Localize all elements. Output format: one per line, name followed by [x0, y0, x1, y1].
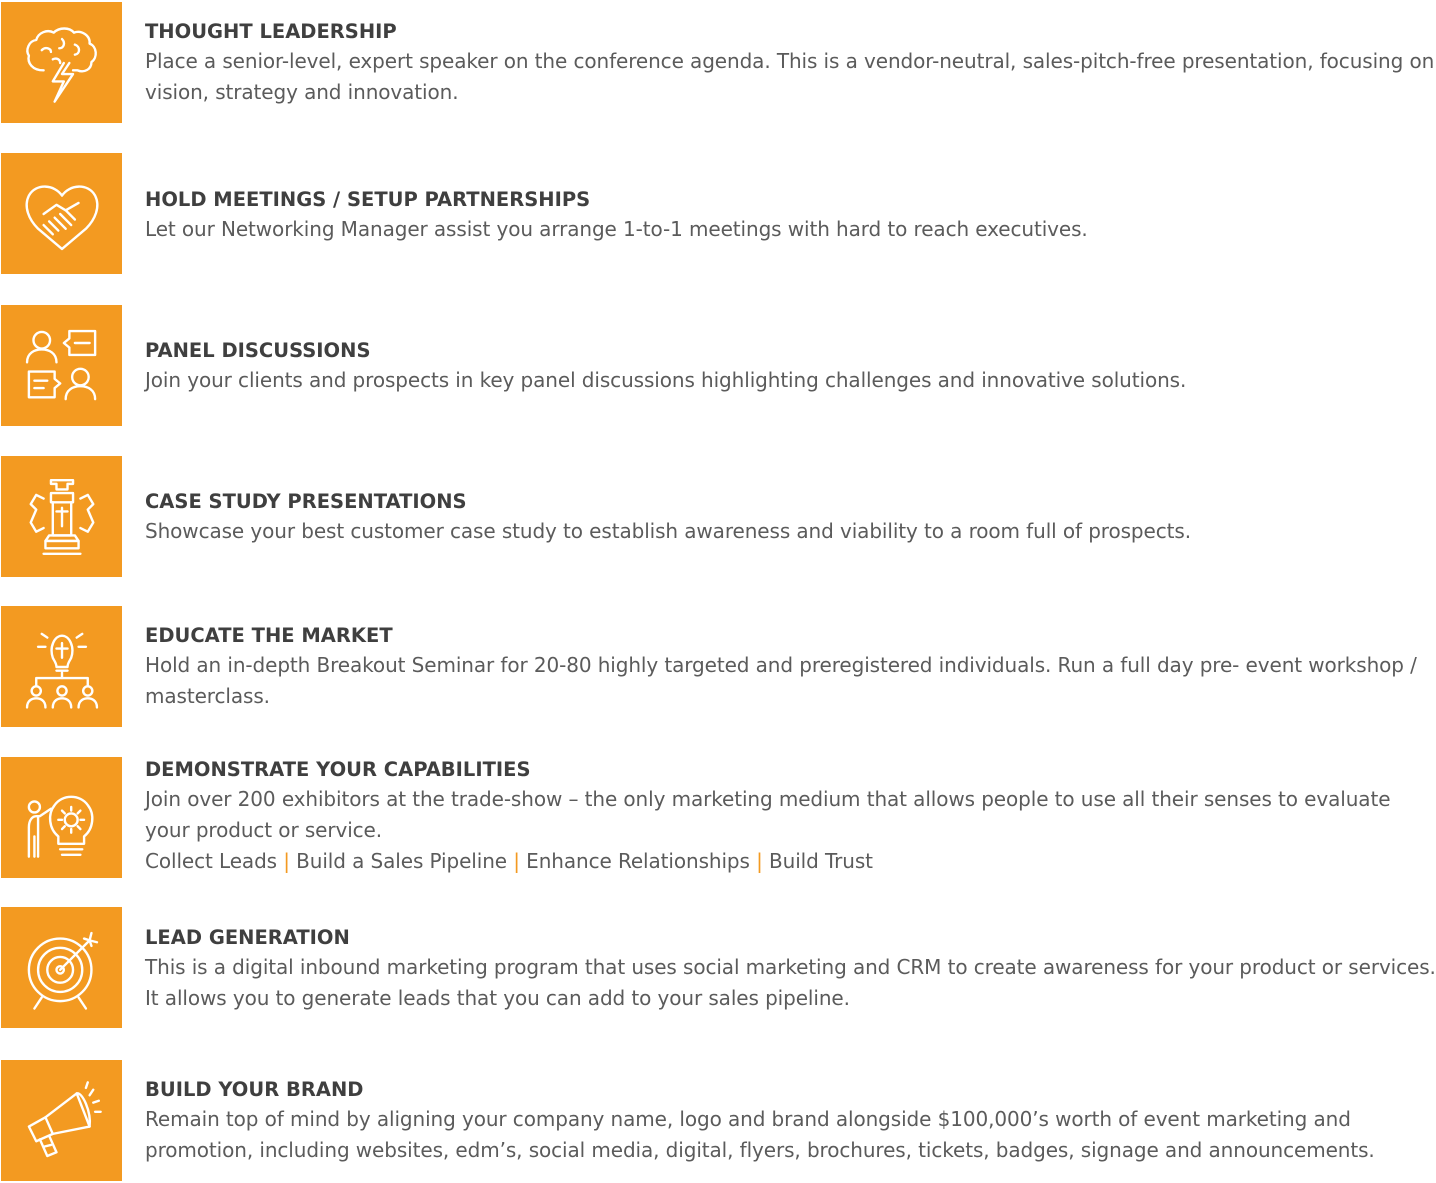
tag-build-trust: Build Trust	[769, 849, 873, 873]
tag-separator: |	[756, 849, 763, 873]
chess-rook-gear-icon	[1, 456, 122, 577]
item-description: Hold an in-depth Breakout Seminar for 20…	[145, 653, 1417, 708]
item-title: EDUCATE THE MARKET	[145, 624, 393, 647]
item-title: LEAD GENERATION	[145, 926, 350, 949]
item-title: BUILD YOUR BRAND	[145, 1078, 364, 1101]
item-title: DEMONSTRATE YOUR CAPABILITIES	[145, 758, 531, 781]
brain-lightning-icon	[1, 2, 122, 123]
tag-collect-leads: Collect Leads	[145, 849, 277, 873]
tag-separator: |	[513, 849, 520, 873]
tag-sales-pipeline: Build a Sales Pipeline	[296, 849, 507, 873]
discussion-icon	[1, 305, 122, 426]
item-title: HOLD MEETINGS / SETUP PARTNERSHIPS	[145, 188, 591, 211]
tag-separator: |	[283, 849, 290, 873]
item-description: Place a senior-level, expert speaker on …	[145, 49, 1435, 104]
lightbulb-audience-icon	[1, 606, 122, 727]
megaphone-icon	[1, 1060, 122, 1181]
item-description: Let our Networking Manager assist you ar…	[145, 217, 1088, 241]
item-title: PANEL DISCUSSIONS	[145, 339, 371, 362]
item-description: Remain top of mind by aligning your comp…	[145, 1107, 1375, 1162]
presenter-gear-bulb-icon	[1, 757, 122, 878]
item-tags: Collect Leads | Build a Sales Pipeline |…	[145, 846, 1436, 877]
item-description: Join your clients and prospects in key p…	[145, 368, 1187, 392]
tag-enhance-relationships: Enhance Relationships	[526, 849, 750, 873]
item-title: CASE STUDY PRESENTATIONS	[145, 490, 467, 513]
item-description: Join over 200 exhibitors at the trade-sh…	[145, 787, 1391, 842]
item-description: This is a digital inbound marketing prog…	[145, 955, 1436, 1010]
item-title: THOUGHT LEADERSHIP	[145, 20, 397, 43]
handshake-heart-icon	[1, 153, 122, 274]
target-arrow-icon	[1, 907, 122, 1028]
item-description: Showcase your best customer case study t…	[145, 519, 1191, 543]
